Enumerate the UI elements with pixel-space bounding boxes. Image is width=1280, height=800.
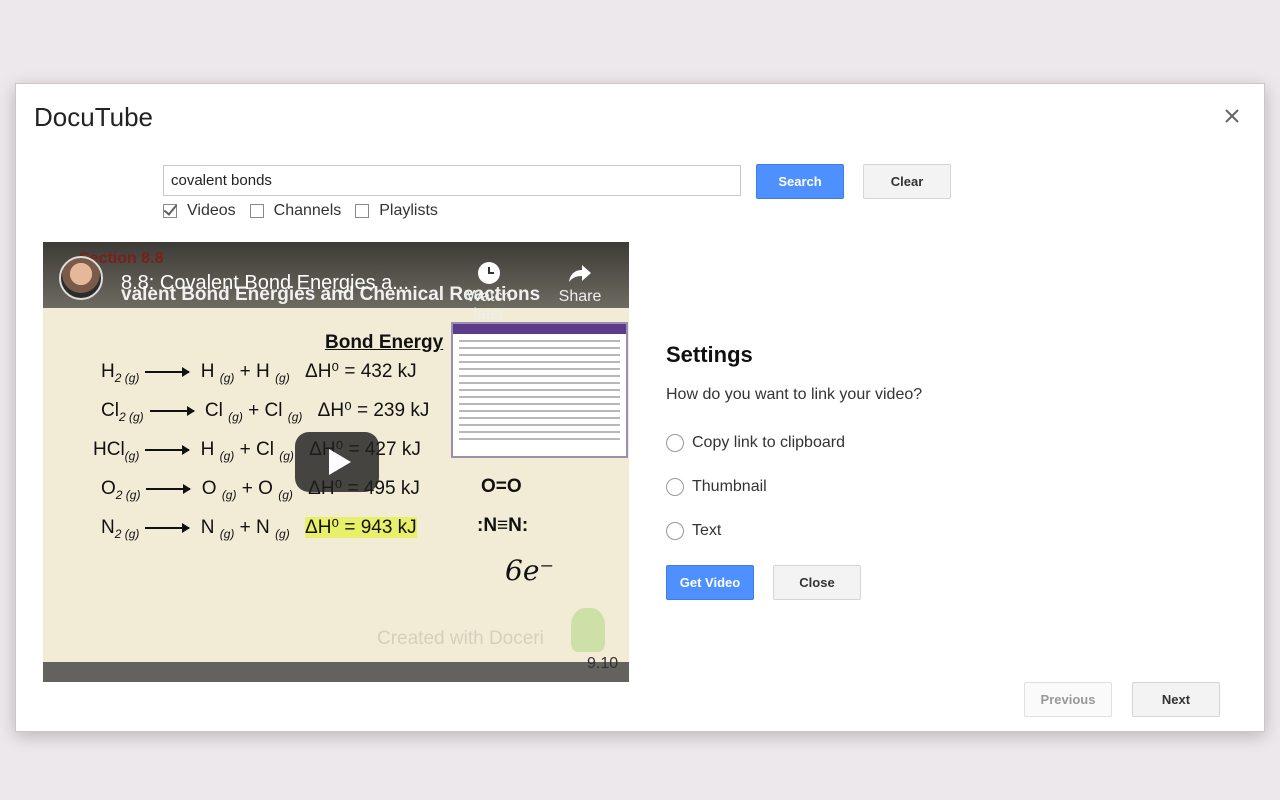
- filter-videos[interactable]: Videos: [163, 202, 236, 220]
- share-label: Share: [558, 288, 602, 305]
- filter-playlists[interactable]: Playlists: [355, 202, 438, 220]
- settings-title: Settings: [666, 342, 753, 367]
- text-radio[interactable]: [666, 522, 684, 540]
- settings-question: How do you want to link your video?: [666, 386, 923, 403]
- option-text[interactable]: Text: [666, 522, 721, 540]
- watch-later-button[interactable]: Watch later: [454, 260, 524, 324]
- previous-button[interactable]: Previous: [1024, 682, 1112, 717]
- lewis-o2: O=O: [481, 476, 522, 497]
- option-copy-link[interactable]: Copy link to clipboard: [666, 434, 845, 452]
- filter-playlists-label: Playlists: [379, 202, 438, 219]
- filter-videos-label: Videos: [187, 202, 236, 219]
- search-filters: Videos Channels Playlists: [163, 202, 452, 220]
- close-button[interactable]: Close: [773, 565, 861, 600]
- handwritten-note: 6e⁻: [505, 554, 555, 587]
- slide-timecode: 9.10: [587, 655, 619, 672]
- search-button[interactable]: Search: [756, 164, 844, 199]
- equation-row: Cl2 (g) Cl (g) + Cl (g) ΔH⁰ = 239 kJ: [101, 400, 430, 424]
- bond-energy-table-image: [451, 322, 628, 458]
- option-text-label: Text: [692, 522, 722, 539]
- doceri-hand-icon: [571, 608, 605, 652]
- option-copy-link-label: Copy link to clipboard: [692, 434, 845, 451]
- equation-row: H2 (g) H (g) + H (g) ΔH⁰ = 432 kJ: [101, 361, 417, 385]
- thumbnail-radio[interactable]: [666, 478, 684, 496]
- clear-button[interactable]: Clear: [863, 164, 951, 199]
- share-button[interactable]: Share: [545, 260, 615, 306]
- watch-later-label: Watch later: [466, 288, 512, 323]
- doceri-watermark: Created with Doceri: [377, 628, 544, 649]
- slide-bond-heading: Bond Energy: [325, 332, 444, 353]
- docutube-dialog: DocuTube Search Clear Videos Channels Pl…: [15, 83, 1265, 732]
- filter-channels-label: Channels: [273, 202, 342, 219]
- play-button[interactable]: [295, 432, 379, 492]
- channels-checkbox[interactable]: [249, 204, 264, 218]
- dialog-title: DocuTube: [34, 102, 153, 132]
- search-input[interactable]: [163, 165, 741, 196]
- filter-channels[interactable]: Channels: [249, 202, 342, 220]
- equation-row: N2 (g) N (g) + N (g) ΔH⁰ = 943 kJ: [101, 517, 417, 541]
- lewis-n2: :N≡N:: [477, 515, 529, 536]
- get-video-button[interactable]: Get Video: [666, 565, 754, 600]
- video-player[interactable]: Bond Energy H2 (g) H (g) + H (g) ΔH⁰ = 4…: [43, 242, 629, 682]
- video-title[interactable]: 8.8: Covalent Bond Energies a...: [121, 272, 409, 295]
- share-icon: [569, 265, 591, 282]
- close-icon[interactable]: [1220, 104, 1244, 128]
- video-progress-bar[interactable]: [43, 662, 629, 682]
- videos-checkbox[interactable]: [163, 204, 177, 218]
- copy-link-radio[interactable]: [666, 434, 684, 452]
- clock-icon: [478, 262, 500, 284]
- channel-avatar[interactable]: [59, 256, 103, 300]
- option-thumbnail-label: Thumbnail: [692, 478, 767, 495]
- option-thumbnail[interactable]: Thumbnail: [666, 478, 767, 496]
- playlists-checkbox[interactable]: [355, 204, 370, 218]
- next-button[interactable]: Next: [1132, 682, 1220, 717]
